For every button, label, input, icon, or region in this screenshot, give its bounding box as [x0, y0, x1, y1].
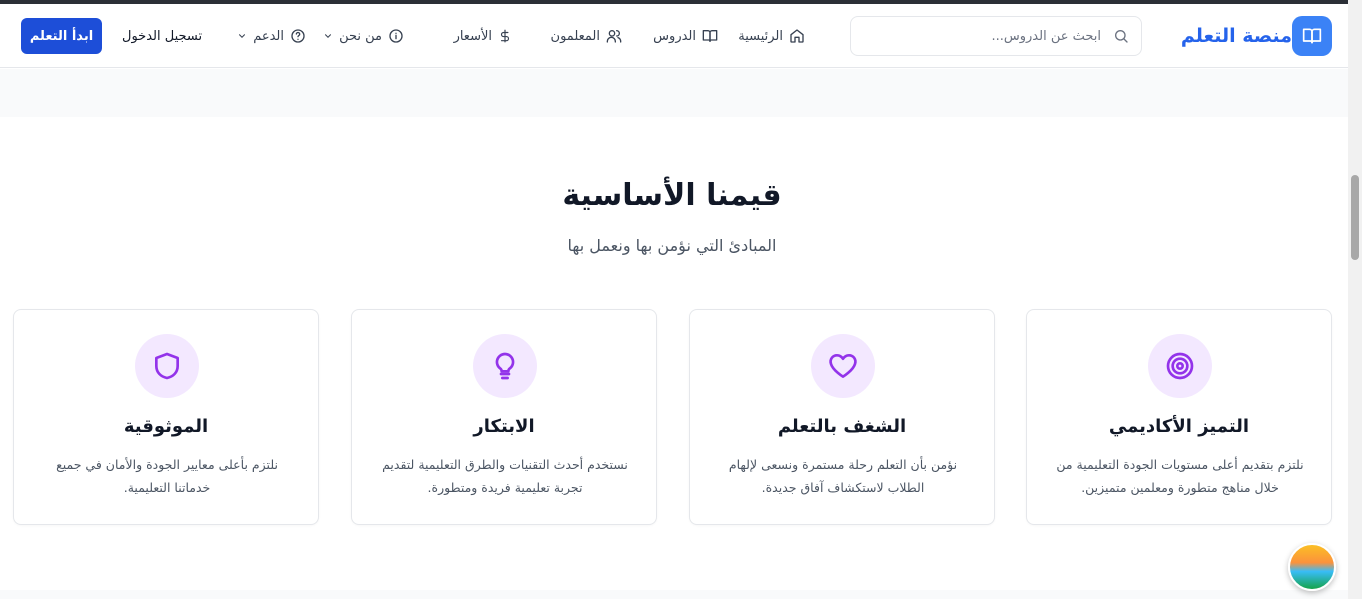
value-card: الموثوقية نلتزم بأعلى معايير الجودة والأ…	[13, 309, 319, 525]
nav-teachers[interactable]: المعلمون	[551, 8, 622, 64]
search-input[interactable]: ابحث عن الدروس...	[850, 16, 1142, 56]
nav-about[interactable]: من نحن	[323, 8, 404, 64]
help-circle-icon	[291, 29, 305, 43]
value-card: الشغف بالتعلم نؤمن بأن التعلم رحلة مستمر…	[689, 309, 995, 525]
nav-home-label: الرئيسية	[738, 28, 783, 44]
book-icon	[702, 30, 718, 42]
lightbulb-icon	[473, 334, 537, 398]
users-icon	[606, 30, 622, 43]
logo-text: منصة التعلم	[1180, 25, 1292, 47]
assistant-avatar[interactable]	[1288, 543, 1336, 591]
nav-support-label: الدعم	[253, 28, 284, 44]
next-section-band	[0, 590, 1348, 599]
search-placeholder: ابحث عن الدروس...	[991, 28, 1101, 44]
chevron-down-icon	[325, 34, 332, 38]
site-header: منصة التعلم ابحث عن الدروس... الرئيسية ا…	[0, 4, 1348, 68]
search-icon	[1113, 28, 1129, 48]
value-card: الابتكار نستخدم أحدث التقنيات والطرق الت…	[351, 309, 657, 525]
card-title: الموثوقية	[123, 416, 209, 437]
section-title: قيمنا الأساسية	[562, 178, 782, 213]
chevron-down-icon	[239, 34, 246, 38]
page-scrollbar[interactable]	[1348, 0, 1362, 599]
target-icon	[1148, 334, 1212, 398]
card-description: نؤمن بأن التعلم رحلة مستمرة ونسعى لإلهام…	[728, 457, 958, 495]
dollar-icon	[500, 29, 510, 43]
scrollbar-thumb[interactable]	[1351, 175, 1359, 260]
home-icon	[790, 29, 804, 43]
card-title: الابتكار	[473, 416, 535, 437]
nav-teachers-label: المعلمون	[550, 28, 600, 44]
info-icon	[389, 29, 403, 43]
book-open-icon	[1292, 16, 1332, 56]
section-subtitle: المبادئ التي نؤمن بها ونعمل بها	[567, 236, 777, 255]
shield-icon	[135, 334, 199, 398]
card-title: التميز الأكاديمي	[1108, 416, 1250, 437]
nav-about-label: من نحن	[339, 28, 382, 44]
card-description: نلتزم بتقديم أعلى مستويات الجودة التعليم…	[1056, 457, 1304, 495]
hero-bottom-band	[0, 69, 1348, 117]
card-title: الشغف بالتعلم	[777, 416, 907, 437]
nav-pricing-label: الأسعار	[453, 28, 492, 44]
nav-pricing[interactable]: الأسعار	[454, 8, 512, 64]
logo[interactable]: منصة التعلم	[1181, 16, 1332, 56]
card-description: نلتزم بأعلى معايير الجودة والأمان في جمي…	[56, 457, 278, 495]
nav-home[interactable]: الرئيسية	[738, 8, 805, 64]
nav-support[interactable]: الدعم	[237, 8, 306, 64]
login-link[interactable]: تسجيل الدخول	[122, 8, 202, 64]
card-description: نستخدم أحدث التقنيات والطرق التعليمية لت…	[382, 457, 628, 495]
nav-lessons-label: الدروس	[653, 28, 696, 44]
nav-lessons[interactable]: الدروس	[653, 8, 718, 64]
value-card: التميز الأكاديمي نلتزم بتقديم أعلى مستوي…	[1026, 309, 1332, 525]
start-learning-button[interactable]: ابدأ التعلم	[21, 18, 102, 54]
heart-icon	[811, 334, 875, 398]
